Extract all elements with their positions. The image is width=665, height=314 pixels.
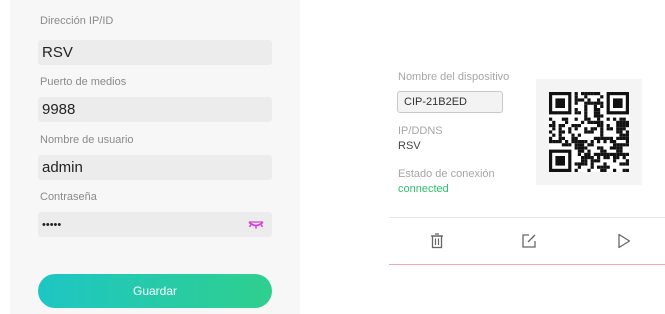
media-port-label: Puerto de medios [40, 76, 127, 88]
card-divider [389, 217, 665, 218]
device-name-value: CIP-21B2ED [397, 91, 503, 113]
password-input[interactable]: ••••• [38, 212, 272, 237]
password-value: ••••• [42, 218, 62, 231]
connection-status-value: connected [398, 183, 449, 195]
username-label: Nombre de usuario [40, 134, 134, 146]
device-card: Nombre del dispositivo CIP-21B2ED IP/DDN… [389, 63, 665, 265]
device-login-form: Dirección IP/ID RSV Puerto de medios 998… [10, 0, 300, 314]
ip-ddns-label: IP/DDNS [398, 125, 443, 137]
ip-id-label: Dirección IP/ID [40, 15, 114, 27]
qr-code [536, 79, 642, 185]
qr-code-image [549, 92, 629, 172]
card-bottom-line [389, 264, 665, 265]
username-input[interactable]: admin [38, 155, 272, 180]
password-label: Contraseña [40, 191, 97, 203]
connection-status-label: Estado de conexión [398, 168, 495, 180]
edit-icon[interactable] [521, 233, 537, 249]
eye-closed-icon[interactable] [248, 219, 264, 230]
ip-ddns-value: RSV [398, 140, 421, 152]
save-button[interactable]: Guardar [38, 274, 272, 308]
play-icon[interactable] [616, 233, 632, 249]
media-port-input[interactable]: 9988 [38, 97, 272, 122]
ip-id-input[interactable]: RSV [38, 40, 272, 65]
device-name-label: Nombre del dispositivo [398, 71, 510, 83]
trash-icon[interactable] [429, 233, 445, 249]
